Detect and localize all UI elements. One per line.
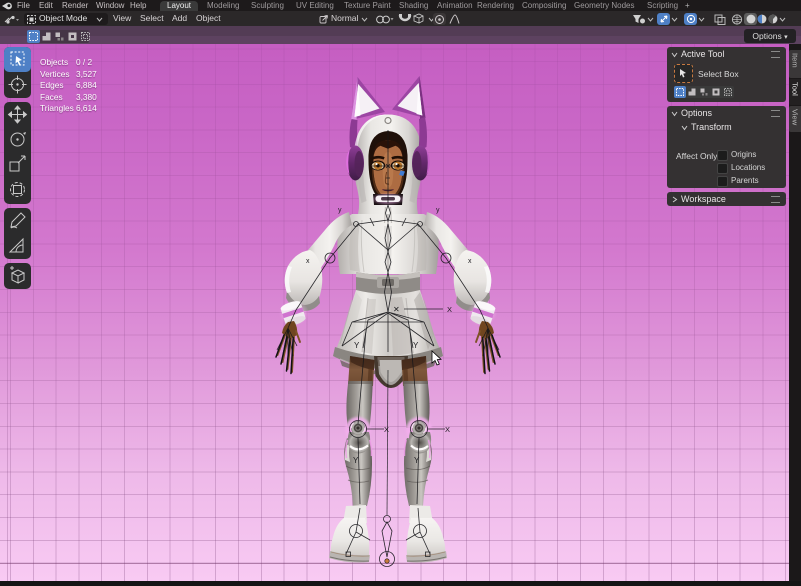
- svg-text:✕: ✕: [393, 305, 400, 314]
- svg-text:Y: Y: [354, 341, 360, 350]
- svg-text:x: x: [306, 258, 310, 265]
- svg-text:X: X: [384, 425, 389, 434]
- svg-text:X: X: [447, 305, 452, 314]
- svg-text:y: y: [338, 207, 342, 214]
- svg-text:X: X: [445, 425, 450, 434]
- svg-text:Y: Y: [413, 341, 419, 350]
- svg-text:y: y: [436, 207, 440, 214]
- svg-text:Y: Y: [414, 456, 420, 465]
- svg-text:Y: Y: [353, 456, 359, 465]
- svg-text:x: x: [468, 258, 472, 265]
